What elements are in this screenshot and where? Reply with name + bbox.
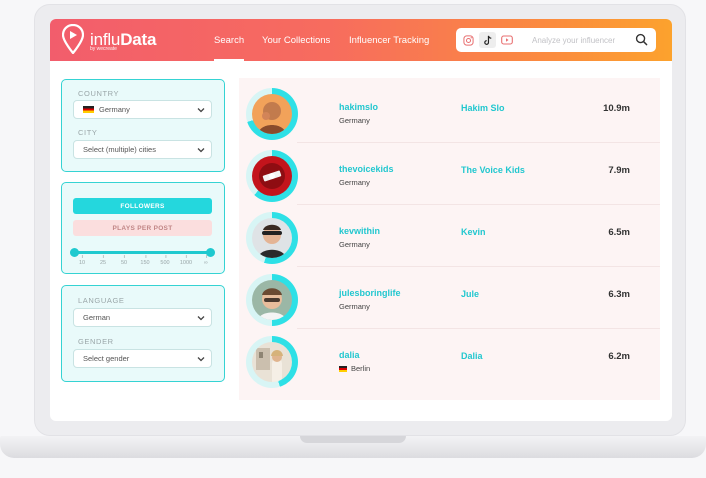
avatar[interactable] <box>252 156 292 196</box>
search-icon[interactable] <box>635 33 648 46</box>
result-row[interactable]: thevoicekids Germany The Voice Kids 7.9m <box>239 142 660 204</box>
nav-tab-collections[interactable]: Your Collections <box>262 19 330 61</box>
result-username[interactable]: kevwithin <box>339 226 380 236</box>
instagram-icon[interactable] <box>460 32 477 48</box>
result-display-name[interactable]: Hakim Slo <box>461 103 505 113</box>
slider-tick: 1000 <box>179 255 193 266</box>
brand-name: influData <box>90 29 157 49</box>
metric-filter-panel: FOLLOWERS PLAYS PER POST 10 25 50 150 50… <box>61 182 225 274</box>
laptop-notch <box>300 436 406 443</box>
audience-filter-panel: LANGUAGE German GENDER Select gender <box>61 285 225 382</box>
avatar[interactable] <box>252 94 292 134</box>
avatar[interactable] <box>252 218 292 258</box>
search-input[interactable] <box>532 35 636 45</box>
search-bar <box>456 28 656 52</box>
youtube-icon[interactable] <box>498 32 515 48</box>
chevron-down-icon <box>197 316 205 321</box>
row-divider <box>297 142 660 143</box>
slider-tick: 10 <box>78 255 86 266</box>
slider-ticks: 10 25 50 150 500 1000 ∞ <box>73 255 212 269</box>
logo[interactable]: influData by wecreate <box>62 24 156 54</box>
result-row[interactable]: julesboringlife Germany Jule 6.3m <box>239 266 660 328</box>
result-username[interactable]: dalia <box>339 350 360 360</box>
results-list: hakimslo Germany Hakim Slo 10.9m thevoic… <box>239 78 660 400</box>
slider-tick: 150 <box>140 255 150 266</box>
followers-button[interactable]: FOLLOWERS <box>73 198 212 214</box>
language-value: German <box>83 313 111 322</box>
slider-track <box>73 251 212 254</box>
result-location: Germany <box>339 178 370 187</box>
result-username[interactable]: julesboringlife <box>339 288 401 298</box>
plays-per-post-button[interactable]: PLAYS PER POST <box>73 220 212 236</box>
tiktok-icon[interactable] <box>479 32 496 48</box>
chevron-down-icon <box>197 108 205 113</box>
row-divider <box>297 266 660 267</box>
score-ring <box>246 336 298 388</box>
country-label: COUNTRY <box>78 89 120 98</box>
result-followers: 6.3m <box>608 289 630 300</box>
result-row[interactable]: dalia Berlin Dalia 6.2m <box>239 328 660 390</box>
location-filter-panel: COUNTRY Germany CITY Select (multiple) c… <box>61 79 225 172</box>
brand-subtitle: by wecreate <box>90 46 117 52</box>
result-followers: 6.5m <box>608 227 630 238</box>
language-select[interactable]: German <box>73 308 212 327</box>
score-ring <box>246 274 298 326</box>
slider-tick: ∞ <box>204 255 208 266</box>
gender-placeholder: Select gender <box>83 354 130 363</box>
result-followers: 6.2m <box>608 351 630 362</box>
result-location: Germany <box>339 240 370 249</box>
result-display-name[interactable]: Jule <box>461 289 479 299</box>
germany-flag-icon <box>83 106 94 113</box>
city-placeholder: Select (multiple) cities <box>83 145 156 154</box>
result-display-name[interactable]: Dalia <box>461 351 483 361</box>
top-navbar: influData by wecreate Search Your Collec… <box>50 19 672 61</box>
slider-tick: 50 <box>120 255 128 266</box>
slider-tick: 25 <box>99 255 107 266</box>
language-label: LANGUAGE <box>78 296 125 305</box>
result-username[interactable]: thevoicekids <box>339 164 394 174</box>
result-row[interactable]: hakimslo Germany Hakim Slo 10.9m <box>239 80 660 142</box>
result-display-name[interactable]: Kevin <box>461 227 486 237</box>
slider-tick: 500 <box>160 255 170 266</box>
score-ring <box>246 150 298 202</box>
chevron-down-icon <box>197 148 205 153</box>
row-divider <box>297 328 660 329</box>
city-label: CITY <box>78 128 98 137</box>
result-display-name[interactable]: The Voice Kids <box>461 165 525 175</box>
result-location: Germany <box>339 302 370 311</box>
nav-tab-influencer-tracking[interactable]: Influencer Tracking <box>349 19 429 61</box>
gender-label: GENDER <box>78 337 114 346</box>
result-location: Berlin <box>339 364 370 373</box>
avatar[interactable] <box>252 280 292 320</box>
app-window: influData by wecreate Search Your Collec… <box>50 19 672 421</box>
country-value: Germany <box>99 105 130 114</box>
score-ring <box>246 88 298 140</box>
result-followers: 7.9m <box>608 165 630 176</box>
city-select[interactable]: Select (multiple) cities <box>73 140 212 159</box>
result-row[interactable]: kevwithin Germany Kevin 6.5m <box>239 204 660 266</box>
country-select[interactable]: Germany <box>73 100 212 119</box>
score-ring <box>246 212 298 264</box>
result-username[interactable]: hakimslo <box>339 102 378 112</box>
chevron-down-icon <box>197 357 205 362</box>
germany-flag-icon <box>339 365 347 372</box>
result-followers: 10.9m <box>603 103 630 114</box>
avatar[interactable] <box>252 342 292 382</box>
gender-select[interactable]: Select gender <box>73 349 212 368</box>
logo-pin-icon <box>62 24 84 54</box>
row-divider <box>297 204 660 205</box>
result-location: Germany <box>339 116 370 125</box>
nav-tab-search[interactable]: Search <box>214 19 245 61</box>
